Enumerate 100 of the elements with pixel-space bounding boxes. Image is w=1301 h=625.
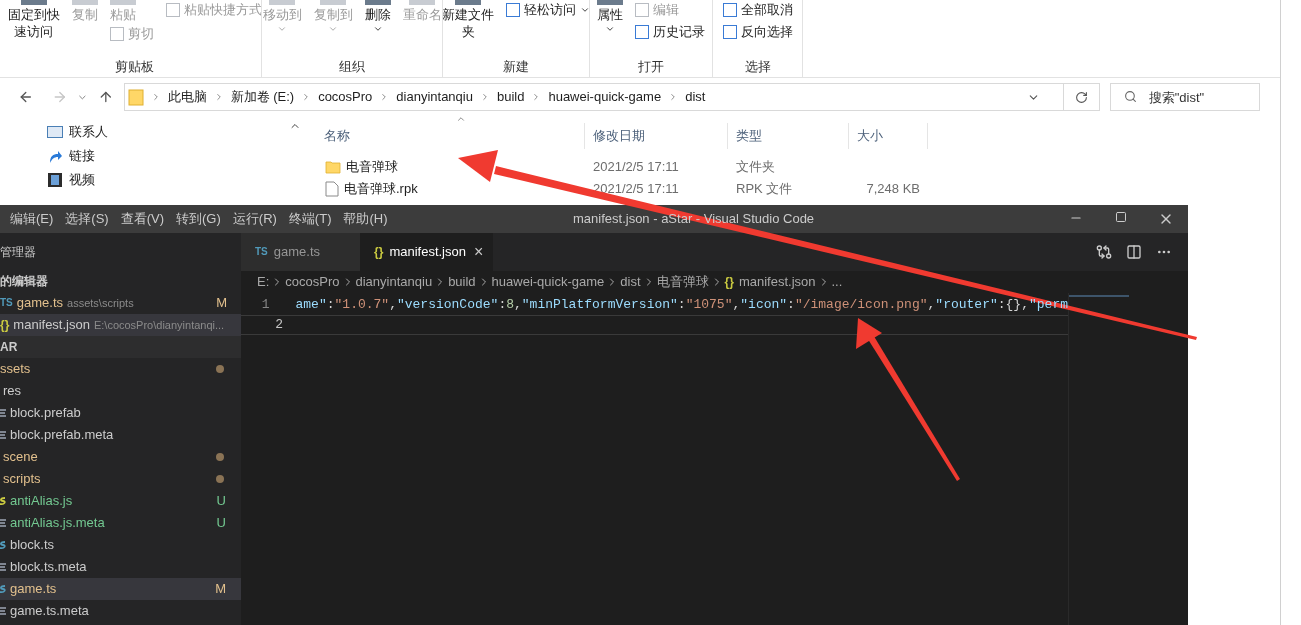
tree-item[interactable]: block.ts.meta bbox=[0, 556, 241, 578]
ribbon-button[interactable]: 轻松访问 bbox=[502, 0, 589, 21]
open-editor-item[interactable]: {} manifest.json E:\cocosPro\dianyintanqi... bbox=[0, 314, 241, 336]
ribbon-group-label: 打开 bbox=[638, 58, 664, 76]
json-file-icon: {} bbox=[374, 246, 384, 258]
menu-item[interactable]: 终端(T) bbox=[282, 209, 338, 229]
sidebar-title: 管理器 bbox=[0, 244, 36, 261]
ribbon-button[interactable]: 删除 bbox=[360, 0, 395, 34]
line-number: 1 bbox=[260, 296, 270, 315]
breadcrumb-item[interactable]: cocosPro bbox=[318, 87, 373, 107]
search-field[interactable]: 搜索"dist" bbox=[1109, 83, 1260, 111]
ts-file-icon: TS bbox=[0, 298, 13, 308]
breadcrumb-item[interactable]: E: bbox=[257, 272, 270, 292]
breadcrumb-item[interactable]: 此电脑 bbox=[167, 87, 207, 107]
section-header[interactable]: AR bbox=[0, 338, 18, 356]
nav-item[interactable]: 联系人 bbox=[47, 120, 287, 144]
ribbon-group-label: 组织 bbox=[339, 58, 365, 76]
ribbon-button[interactable]: 历史记录 bbox=[631, 21, 709, 43]
column-header[interactable]: 修改日期 bbox=[585, 123, 728, 149]
git-status: M bbox=[216, 294, 227, 313]
tree-item[interactable]: block.prefab.meta bbox=[0, 424, 241, 446]
breadcrumb-item[interactable]: build bbox=[448, 272, 476, 292]
breadcrumb-item[interactable]: dist bbox=[620, 272, 641, 292]
menu-item[interactable]: 选择(S) bbox=[59, 209, 115, 229]
lines-file-icon bbox=[0, 606, 6, 616]
split-editor-icon[interactable] bbox=[1126, 244, 1142, 260]
menu-item[interactable]: 查看(V) bbox=[114, 209, 171, 229]
breadcrumb-item[interactable]: huawei-quick-game bbox=[491, 272, 605, 292]
file-name[interactable]: 电音弹球 bbox=[346, 157, 398, 177]
file-type: RPK 文件 bbox=[735, 180, 794, 199]
breadcrumb-item[interactable]: dianyintanqiu bbox=[355, 272, 433, 292]
section-header[interactable]: 的编辑器 bbox=[0, 272, 48, 290]
tree-item[interactable]: scripts bbox=[0, 468, 241, 490]
menu-item[interactable]: 转到(G) bbox=[170, 209, 227, 229]
tree-item[interactable]: game.ts M bbox=[0, 578, 241, 600]
lines-file-icon bbox=[0, 408, 6, 418]
breadcrumb-item[interactable]: ... bbox=[831, 272, 843, 292]
tree-item[interactable]: res bbox=[0, 380, 241, 402]
contact-card-icon bbox=[47, 126, 63, 138]
tree-item[interactable]: antiAlias.js.meta U bbox=[0, 512, 241, 534]
breadcrumb-item[interactable]: huawei-quick-game bbox=[548, 87, 662, 107]
menu-item[interactable]: 帮助(H) bbox=[337, 209, 394, 229]
caret-icon bbox=[605, 24, 615, 34]
column-header[interactable]: 名称 bbox=[316, 123, 585, 149]
file-name[interactable]: 电音弹球.rpk bbox=[344, 179, 418, 199]
film-icon bbox=[47, 172, 63, 188]
file-path: E:\cocosPro\dianyintanqi... bbox=[93, 317, 225, 333]
close-tab-button[interactable]: × bbox=[471, 240, 486, 264]
folder-icon bbox=[325, 160, 341, 174]
tree-item[interactable]: antiAlias.js U bbox=[0, 490, 241, 512]
folder-icon bbox=[127, 88, 144, 106]
breadcrumb-item[interactable]: 新加卷 (E:) bbox=[230, 87, 295, 107]
sort-icon bbox=[456, 114, 466, 124]
refresh-icon[interactable] bbox=[1074, 90, 1088, 104]
breadcrumb-item[interactable]: 电音弹球 bbox=[656, 272, 709, 292]
breadcrumb-item[interactable]: build bbox=[496, 87, 525, 107]
menu-item[interactable]: 编辑(E) bbox=[4, 209, 60, 229]
compare-icon[interactable] bbox=[1096, 244, 1112, 260]
caret-icon bbox=[277, 24, 287, 34]
editor-tab[interactable]: TS game.ts bbox=[241, 233, 361, 271]
open-editor-item[interactable]: TS game.ts assets\scripts M bbox=[0, 292, 241, 314]
tree-item[interactable]: scene bbox=[0, 446, 241, 468]
column-header[interactable]: 类型 bbox=[728, 123, 849, 149]
file-icon bbox=[325, 181, 339, 197]
address-bar[interactable]: 此电脑 新加卷 (E:) cocosPro dianyintanqiu build huawei-quick-game dist bbox=[123, 83, 1100, 111]
nav-item[interactable]: 视频 bbox=[47, 168, 287, 192]
ribbon-button[interactable]: 反向选择 bbox=[718, 21, 797, 43]
json-file-icon: {} bbox=[0, 319, 10, 331]
file-size: 7,248 KB bbox=[866, 180, 920, 199]
breadcrumb-item[interactable]: manifest.json bbox=[738, 272, 816, 292]
ribbon-button[interactable]: 固定到快速访问 bbox=[8, 0, 64, 40]
file-type: 文件夹 bbox=[735, 158, 776, 177]
breadcrumb-item[interactable]: cocosPro bbox=[285, 272, 340, 292]
lines-file-icon bbox=[0, 518, 6, 528]
caret-icon bbox=[328, 24, 338, 34]
git-status: U bbox=[216, 514, 226, 533]
line-number: 2 bbox=[274, 316, 283, 335]
nav-item[interactable]: 链接 bbox=[47, 144, 287, 168]
maximize-icon[interactable] bbox=[1114, 211, 1127, 223]
tree-item[interactable]: game.ts.meta bbox=[0, 600, 241, 622]
ts-file-icon bbox=[0, 540, 6, 550]
file-path: assets\scripts bbox=[67, 295, 134, 311]
git-status: M bbox=[215, 580, 226, 599]
tree-item[interactable]: block.ts bbox=[0, 534, 241, 556]
column-header[interactable]: 大小 bbox=[849, 123, 928, 149]
ribbon-button[interactable]: 新建文件夹 bbox=[443, 0, 498, 40]
ribbon-button[interactable]: 属性 bbox=[593, 0, 627, 34]
editor-tab[interactable]: {} manifest.json × bbox=[360, 233, 494, 271]
breadcrumb-item[interactable]: dianyintanqiu bbox=[396, 87, 473, 107]
menu-item[interactable]: 运行(R) bbox=[226, 209, 283, 229]
tree-item[interactable]: block.prefab bbox=[0, 402, 241, 424]
modified-date: 2021/2/5 17:11 bbox=[592, 158, 680, 177]
search-icon bbox=[1123, 90, 1137, 103]
ribbon-button[interactable]: 全部取消 bbox=[718, 0, 797, 21]
git-status: U bbox=[216, 492, 226, 511]
breadcrumb-item[interactable]: dist bbox=[685, 87, 706, 107]
ts-file-icon: TS bbox=[255, 247, 268, 257]
ribbon-group-label: 剪贴板 bbox=[115, 58, 154, 76]
back-icon[interactable] bbox=[18, 89, 34, 105]
tree-item[interactable]: ssets bbox=[0, 358, 241, 380]
